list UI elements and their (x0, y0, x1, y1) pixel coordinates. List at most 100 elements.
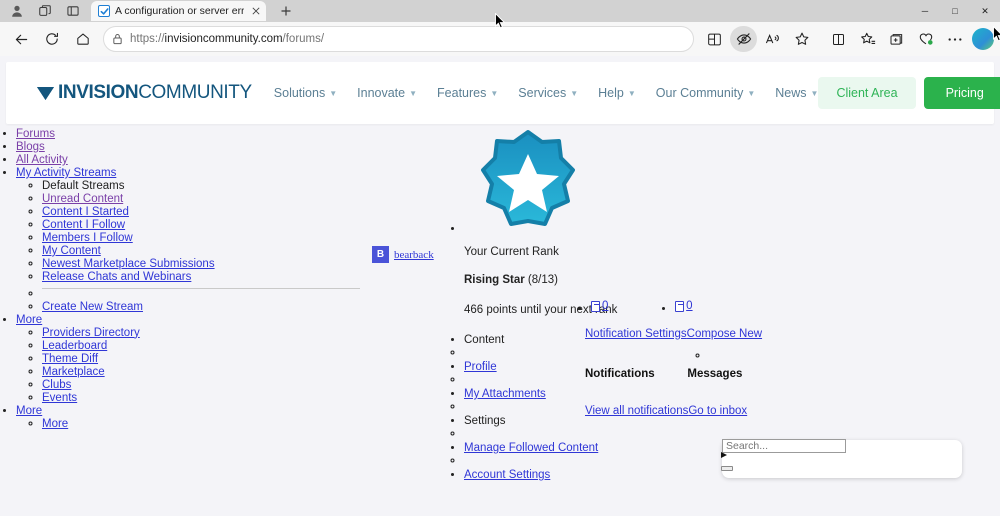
link-view-all-notifications[interactable]: View all notifications (585, 405, 688, 417)
list-item[interactable]: Theme Diff (42, 353, 360, 366)
nav-item-news[interactable]: News ▼ (775, 86, 818, 100)
home-icon[interactable] (68, 25, 98, 53)
profile-avatar-icon[interactable] (4, 1, 30, 21)
browser-tab[interactable]: A configuration or server error ha (91, 1, 266, 21)
list-item[interactable]: Members I Follow (42, 232, 360, 245)
list-item[interactable]: Clubs (42, 379, 360, 392)
nav-item-solutions[interactable]: Solutions ▼ (274, 86, 337, 100)
address-bar[interactable]: https://invisioncommunity.com/forums/ (103, 26, 694, 52)
favorites-add-icon[interactable] (854, 26, 881, 52)
nav-item-services[interactable]: Services ▼ (518, 86, 578, 100)
list-item[interactable]: My Content (42, 245, 360, 258)
nav-item-help[interactable]: Help ▼ (598, 86, 636, 100)
link-content-i-started[interactable]: Content I Started (42, 206, 129, 218)
list-item[interactable]: Leaderboard (42, 340, 360, 353)
link-blogs[interactable]: Blogs (16, 141, 45, 153)
list-item[interactable]: Events (42, 392, 360, 405)
search-input[interactable] (722, 439, 846, 453)
list-item[interactable]: Marketplace (42, 366, 360, 379)
list-item[interactable]: More (42, 418, 360, 431)
list-item[interactable]: Unread Content (42, 193, 360, 206)
link-my-activity-streams[interactable]: My Activity Streams (16, 167, 116, 179)
site-logo[interactable]: INVISIONCOMMUNITY (36, 82, 252, 104)
site-nav: Solutions ▼ Innovate ▼ Features ▼ Servic… (274, 86, 819, 100)
list-item[interactable]: Account Settings (464, 469, 738, 482)
nav-label: Solutions (273, 86, 326, 100)
link-theme-diff[interactable]: Theme Diff (42, 353, 98, 365)
link-my-attachments[interactable]: My Attachments (464, 388, 546, 400)
link-clubs[interactable]: Clubs (42, 379, 71, 391)
refresh-icon[interactable] (37, 25, 67, 53)
list-item[interactable]: Content I Started (42, 206, 360, 219)
link-newest-marketplace-submissions[interactable]: Newest Marketplace Submissions (42, 258, 215, 270)
link-go-to-inbox[interactable]: Go to inbox (688, 405, 747, 417)
link-marketplace[interactable]: Marketplace (42, 366, 105, 378)
notification-counter-list: 0 (575, 300, 608, 316)
list-item-rank-badge (464, 128, 738, 232)
read-aloud-icon[interactable] (759, 26, 786, 52)
list-item[interactable]: Blogs (16, 141, 360, 154)
pricing-button[interactable]: Pricing (923, 77, 1000, 109)
list-item[interactable]: 0 (675, 300, 693, 316)
link-profile[interactable]: Profile (464, 361, 497, 373)
list-item[interactable]: My Activity Streams Default Streams Unre… (16, 167, 360, 314)
list-item[interactable]: More More (16, 405, 360, 431)
close-window-button[interactable]: ✕ (970, 0, 1000, 22)
list-item[interactable]: Manage Followed Content (464, 442, 738, 455)
list-item[interactable]: More Providers Directory Leaderboard The… (16, 314, 360, 405)
list-item[interactable]: Newest Marketplace Submissions (42, 258, 360, 271)
search-submit-button[interactable] (721, 466, 733, 471)
link-providers-directory[interactable]: Providers Directory (42, 327, 140, 339)
new-tab-button[interactable] (274, 1, 298, 21)
client-area-button[interactable]: Client Area (818, 77, 916, 109)
minimize-button[interactable]: ─ (910, 0, 940, 22)
link-all-activity[interactable]: All Activity (16, 154, 68, 166)
nav-item-innovate[interactable]: Innovate ▼ (357, 86, 417, 100)
favorite-star-icon[interactable] (788, 26, 815, 52)
link-username[interactable]: bearback (394, 249, 434, 261)
list-item[interactable]: 0 (591, 300, 608, 316)
list-item[interactable]: All Activity (16, 154, 360, 167)
messages-counter-link[interactable]: 0 (675, 300, 693, 313)
list-item[interactable]: Release Chats and Webinars (42, 271, 360, 284)
collections-icon[interactable] (883, 26, 910, 52)
panel-top-links: Notification SettingsCompose New (585, 328, 762, 340)
list-divider-item (42, 287, 360, 301)
browser-split-icon[interactable] (825, 26, 852, 52)
avatar: B (372, 246, 389, 263)
nav-item-our-community[interactable]: Our Community ▼ (656, 86, 755, 100)
tab-actions-icon[interactable] (60, 1, 86, 21)
back-icon[interactable] (6, 25, 36, 53)
list-item[interactable]: Create New Stream (42, 301, 360, 314)
browser-profile-avatar[interactable] (972, 28, 994, 50)
nav-item-features[interactable]: Features ▼ (437, 86, 498, 100)
link-unread-content[interactable]: Unread Content (42, 193, 123, 205)
settings-more-icon[interactable] (941, 26, 968, 52)
link-more-2[interactable]: More (16, 405, 42, 417)
link-account-settings[interactable]: Account Settings (464, 469, 550, 481)
link-forums[interactable]: Forums (16, 128, 55, 140)
eye-slash-icon[interactable] (730, 26, 757, 52)
link-my-content[interactable]: My Content (42, 245, 101, 257)
list-item[interactable]: Forums (16, 128, 360, 141)
workspaces-icon[interactable] (32, 1, 58, 21)
link-manage-followed-content[interactable]: Manage Followed Content (464, 442, 598, 454)
link-events[interactable]: Events (42, 392, 77, 404)
list-item[interactable]: Content I Follow (42, 219, 360, 232)
close-icon[interactable] (249, 5, 262, 18)
list-item[interactable]: Providers Directory (42, 327, 360, 340)
link-leaderboard[interactable]: Leaderboard (42, 340, 107, 352)
link-more-1[interactable]: More (16, 314, 42, 326)
link-release-chats-and-webinars[interactable]: Release Chats and Webinars (42, 271, 191, 283)
split-screen-icon[interactable] (701, 26, 728, 52)
browser-essentials-icon[interactable] (912, 26, 939, 52)
link-compose-new[interactable]: Compose New (687, 328, 762, 340)
link-members-i-follow[interactable]: Members I Follow (42, 232, 133, 244)
link-notification-settings[interactable]: Notification Settings (585, 328, 687, 340)
notifications-counter-link[interactable]: 0 (591, 300, 608, 313)
list-item[interactable]: My Attachments (464, 388, 738, 401)
link-content-i-follow[interactable]: Content I Follow (42, 219, 125, 231)
maximize-button[interactable]: □ (940, 0, 970, 22)
link-more-3[interactable]: More (42, 418, 68, 430)
link-create-new-stream[interactable]: Create New Stream (42, 301, 143, 313)
